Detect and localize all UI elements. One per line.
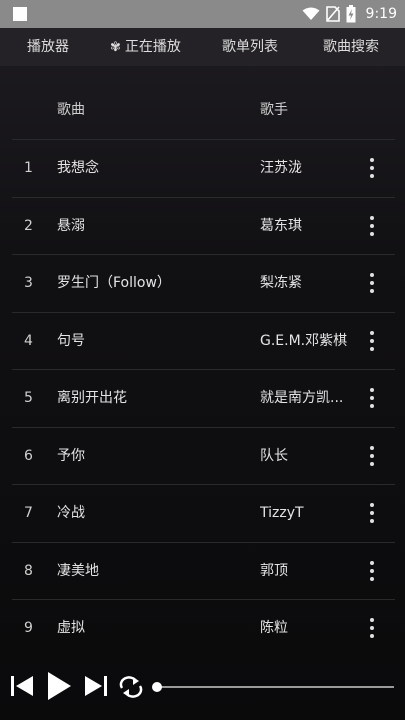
skip-next-icon — [85, 676, 107, 696]
song-number: 4 — [24, 332, 33, 349]
tab-label: 播放器 — [27, 39, 69, 55]
song-row[interactable]: 8 凄美地 郭顶 — [12, 541, 395, 600]
more-options-icon[interactable] — [362, 616, 382, 640]
clock: 9:19 — [365, 6, 397, 22]
song-artist: 葛东琪 — [260, 217, 302, 234]
song-artist: 陈粒 — [260, 620, 288, 636]
player-controls — [0, 662, 405, 712]
play-button[interactable] — [46, 671, 72, 705]
song-number: 2 — [24, 217, 33, 234]
repeat-button[interactable] — [118, 675, 144, 703]
tab-player[interactable]: 播放器 — [27, 28, 69, 66]
song-number: 3 — [24, 275, 33, 291]
song-number: 5 — [24, 390, 33, 406]
notification-icon — [13, 7, 27, 21]
battery-icon — [346, 5, 356, 23]
song-title: 罗生门（Follow） — [57, 275, 171, 291]
header-artist: 歌手 — [260, 102, 288, 118]
song-title: 离别开出花 — [57, 390, 127, 406]
no-sim-icon — [325, 6, 340, 22]
more-options-icon[interactable] — [362, 214, 382, 238]
header-song: 歌曲 — [57, 102, 85, 118]
tab-now-playing[interactable]: ✾ 正在播放 — [110, 28, 181, 66]
skip-previous-icon — [11, 676, 33, 696]
song-title: 凄美地 — [57, 562, 99, 579]
song-number: 6 — [24, 447, 33, 464]
more-options-icon[interactable] — [362, 271, 382, 295]
song-title: 予你 — [57, 447, 85, 464]
more-options-icon[interactable] — [362, 444, 382, 468]
more-options-icon[interactable] — [362, 559, 382, 583]
song-title: 冷战 — [57, 505, 85, 521]
tab-search[interactable]: 歌曲搜索 — [323, 28, 379, 66]
song-artist: 汪苏泷 — [260, 160, 302, 176]
song-row[interactable]: 7 冷战 TizzyT — [12, 484, 395, 542]
more-options-icon[interactable] — [362, 329, 382, 353]
status-icons: 9:19 — [302, 4, 397, 24]
repeat-icon — [119, 676, 143, 698]
song-row[interactable]: 6 予你 队长 — [12, 426, 395, 485]
song-row[interactable]: 9 虚拟 陈粒 — [12, 599, 395, 657]
song-artist: 队长 — [260, 447, 288, 464]
song-artist: 梨冻紧 — [260, 275, 302, 291]
song-title: 虚拟 — [57, 620, 85, 636]
tab-label: 歌单列表 — [222, 39, 278, 55]
more-options-icon[interactable] — [362, 156, 382, 180]
progress-slider[interactable] — [152, 682, 394, 692]
play-icon — [48, 672, 71, 700]
status-bar: 9:19 — [0, 0, 405, 28]
song-title: 句号 — [57, 332, 85, 349]
previous-button[interactable] — [10, 674, 34, 702]
song-row[interactable]: 3 罗生门（Follow） 梨冻紧 — [12, 254, 395, 312]
song-artist: 就是南方凯... — [260, 390, 344, 406]
song-title: 悬溺 — [57, 217, 85, 234]
song-title: 我想念 — [57, 160, 99, 176]
song-row[interactable]: 4 句号 G.E.M.邓紫棋 — [12, 311, 395, 370]
song-artist: 郭顶 — [260, 562, 288, 579]
song-number: 7 — [24, 505, 33, 521]
table-header: 歌曲 歌手 — [0, 82, 405, 138]
progress-track — [156, 686, 394, 688]
song-artist: G.E.M.邓紫棋 — [260, 332, 348, 349]
tab-label: 歌曲搜索 — [323, 39, 379, 55]
tab-label: 正在播放 — [124, 39, 181, 55]
song-number: 9 — [24, 620, 33, 636]
song-number: 8 — [24, 562, 33, 579]
more-options-icon[interactable] — [362, 386, 382, 410]
song-artist: TizzyT — [260, 505, 304, 521]
song-row[interactable]: 1 我想念 汪苏泷 — [12, 139, 395, 197]
tab-bar: 播放器 ✾ 正在播放 歌单列表 歌曲搜索 — [0, 28, 405, 66]
wifi-icon — [302, 7, 320, 20]
song-number: 1 — [24, 160, 33, 176]
tab-playlist[interactable]: 歌单列表 — [222, 28, 278, 66]
song-row[interactable]: 5 离别开出花 就是南方凯... — [12, 369, 395, 427]
flower-icon: ✾ — [110, 40, 121, 55]
next-button[interactable] — [84, 674, 108, 702]
more-options-icon[interactable] — [362, 501, 382, 525]
progress-thumb[interactable] — [152, 682, 162, 692]
song-row[interactable]: 2 悬溺 葛东琪 — [12, 196, 395, 255]
